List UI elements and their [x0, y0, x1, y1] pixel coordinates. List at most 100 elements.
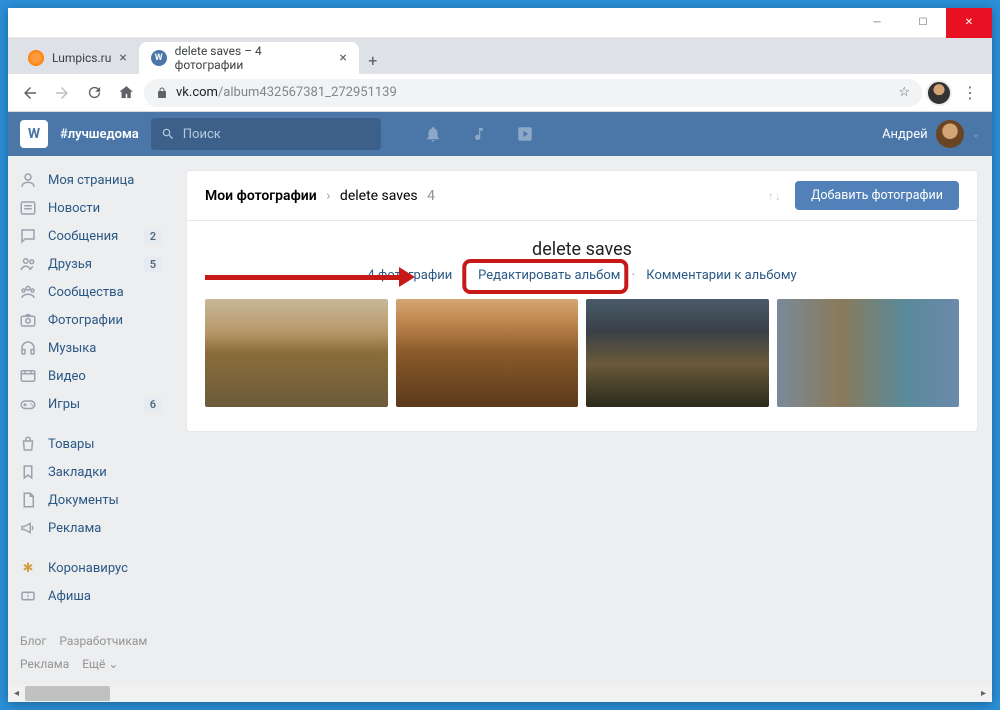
photo-thumbnail[interactable]	[396, 299, 579, 407]
footer-link[interactable]: Блог	[20, 634, 46, 648]
camera-icon	[18, 310, 38, 330]
address-bar[interactable]: vk.com/album432567381_272951139 ☆	[144, 79, 922, 107]
user-name: Андрей	[882, 127, 928, 142]
chevron-down-icon: ⌄	[972, 129, 980, 140]
bag-icon	[18, 434, 38, 454]
photo-grid	[205, 299, 959, 407]
window-titlebar: ─ ☐ ✕	[8, 8, 992, 38]
sidebar-item-games[interactable]: Игры6	[8, 390, 172, 418]
tab-title: delete saves – 4 фотографии	[175, 44, 332, 72]
vk-user-menu[interactable]: Андрей ⌄	[882, 120, 980, 148]
friends-icon	[18, 254, 38, 274]
user-icon	[18, 170, 38, 190]
sidebar-item-photos[interactable]: Фотографии	[8, 306, 172, 334]
breadcrumb-current: delete saves	[340, 188, 418, 204]
lock-icon	[156, 86, 168, 100]
user-avatar	[936, 120, 964, 148]
tab-close-icon[interactable]: ×	[339, 50, 346, 66]
search-placeholder: Поиск	[183, 127, 221, 142]
new-tab-button[interactable]: +	[359, 46, 387, 74]
sidebar-item-ads[interactable]: Реклама	[8, 514, 172, 542]
footer-link[interactable]: Ещё ⌄	[82, 657, 118, 671]
home-button[interactable]	[112, 79, 140, 107]
video-icon	[18, 366, 38, 386]
album-card: Мои фотографии › delete saves 4 ↑↓ Добав…	[186, 170, 978, 432]
reload-button[interactable]	[80, 79, 108, 107]
sidebar-item-docs[interactable]: Документы	[8, 486, 172, 514]
virus-icon: ✱	[18, 558, 38, 578]
music-icon[interactable]	[469, 124, 489, 144]
highlight-box: Редактировать альбом	[462, 259, 628, 294]
page-viewport: W #лучшедома Поиск Андрей ⌄	[8, 112, 992, 702]
footer-link[interactable]: Разработчикам	[59, 634, 147, 648]
file-icon	[18, 490, 38, 510]
favicon-lumpics	[28, 50, 44, 66]
forward-button[interactable]	[48, 79, 76, 107]
browser-toolbar: vk.com/album432567381_272951139 ☆ ⋮	[8, 74, 992, 112]
tab-close-icon[interactable]: ×	[119, 50, 126, 66]
annotation-arrow	[205, 267, 415, 287]
sidebar-item-friends[interactable]: Друзья5	[8, 250, 172, 278]
add-photos-button[interactable]: Добавить фотографии	[795, 181, 959, 210]
url-text: vk.com/album432567381_272951139	[176, 85, 890, 100]
bookmark-star-icon[interactable]: ☆	[898, 85, 910, 100]
window-minimize-button[interactable]: ─	[854, 8, 900, 38]
browser-menu-button[interactable]: ⋮	[956, 79, 984, 107]
search-icon	[161, 127, 175, 141]
sidebar-item-music[interactable]: Музыка	[8, 334, 172, 362]
ticket-icon	[18, 586, 38, 606]
sidebar-item-groups[interactable]: Сообщества	[8, 278, 172, 306]
groups-icon	[18, 282, 38, 302]
footer-link[interactable]: Реклама	[20, 657, 69, 671]
sidebar-item-news[interactable]: Новости	[8, 194, 172, 222]
vk-sidebar: Моя страница Новости Сообщения2 Друзья5 …	[8, 156, 172, 685]
sort-button[interactable]: ↑↓	[768, 189, 781, 203]
scroll-left-arrow[interactable]: ◂	[8, 685, 25, 702]
breadcrumb: Мои фотографии › delete saves 4	[205, 188, 435, 204]
play-icon[interactable]	[515, 124, 535, 144]
photo-count: 4	[427, 188, 435, 204]
tab-title: Lumpics.ru	[52, 51, 111, 65]
tab-lumpics[interactable]: Lumpics.ru ×	[16, 42, 139, 74]
back-button[interactable]	[16, 79, 44, 107]
scroll-thumb[interactable]	[25, 686, 110, 701]
notifications-icon[interactable]	[423, 124, 443, 144]
tab-vk-active[interactable]: W delete saves – 4 фотографии ×	[139, 42, 359, 74]
message-icon	[18, 226, 38, 246]
breadcrumb-root[interactable]: Мои фотографии	[205, 188, 317, 204]
vk-header: W #лучшедома Поиск Андрей ⌄	[8, 112, 992, 156]
bookmark-icon	[18, 462, 38, 482]
sidebar-item-covid[interactable]: ✱Коронавирус	[8, 554, 172, 582]
badge: 6	[144, 397, 162, 412]
album-title: delete saves	[205, 239, 959, 260]
sidebar-footer: Блог Разработчикам Реклама Ещё ⌄	[8, 622, 172, 684]
browser-tabstrip: Lumpics.ru × W delete saves – 4 фотограф…	[8, 38, 992, 74]
window-close-button[interactable]: ✕	[946, 8, 992, 38]
vk-search-input[interactable]: Поиск	[151, 118, 381, 150]
profile-avatar[interactable]	[926, 80, 952, 106]
scroll-right-arrow[interactable]: ▸	[975, 685, 992, 702]
photo-thumbnail[interactable]	[205, 299, 388, 407]
sidebar-item-bookmarks[interactable]: Закладки	[8, 458, 172, 486]
news-icon	[18, 198, 38, 218]
headphones-icon	[18, 338, 38, 358]
vk-logo[interactable]: W	[20, 120, 48, 148]
vk-top-icons	[423, 124, 535, 144]
favicon-vk: W	[151, 50, 167, 66]
link-album-comments[interactable]: Комментарии к альбому	[646, 268, 796, 283]
vk-hashtag-link[interactable]: #лучшедома	[60, 127, 139, 142]
sidebar-item-profile[interactable]: Моя страница	[8, 166, 172, 194]
photo-thumbnail[interactable]	[777, 299, 960, 407]
window-maximize-button[interactable]: ☐	[900, 8, 946, 38]
megaphone-icon	[18, 518, 38, 538]
sidebar-item-afisha[interactable]: Афиша	[8, 582, 172, 610]
breadcrumb-separator: ›	[326, 188, 330, 204]
photo-thumbnail[interactable]	[586, 299, 769, 407]
sidebar-item-messages[interactable]: Сообщения2	[8, 222, 172, 250]
badge: 5	[144, 257, 162, 272]
horizontal-scrollbar[interactable]: ◂ ▸	[8, 685, 992, 702]
card-header: Мои фотографии › delete saves 4 ↑↓ Добав…	[187, 171, 977, 221]
gamepad-icon	[18, 394, 38, 414]
sidebar-item-market[interactable]: Товары	[8, 430, 172, 458]
sidebar-item-video[interactable]: Видео	[8, 362, 172, 390]
